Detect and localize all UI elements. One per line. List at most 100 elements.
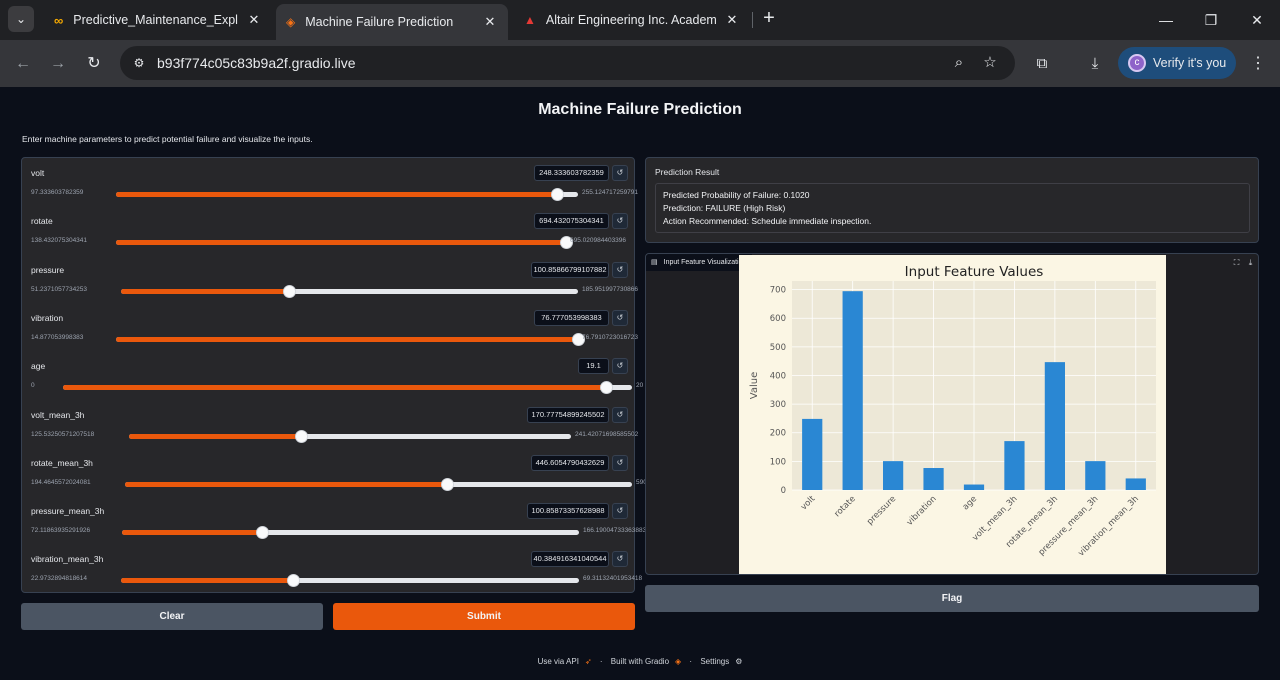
address-bar[interactable]: ⚙ b93f774c05c83b9a2f.gradio.live ⌕ ☆: [120, 46, 1015, 80]
slider-track[interactable]: [116, 332, 585, 346]
reset-icon[interactable]: ↺: [612, 503, 628, 520]
slider-thumb[interactable]: [283, 284, 297, 298]
param-number-input[interactable]: 170.77754899245502: [527, 406, 609, 423]
param-pressure: pressure 100.85866799107882 ↺ 51.2371057734…: [22, 255, 638, 303]
reload-icon[interactable]: ↻: [81, 51, 107, 77]
bar-rotate-mean-3h: [1044, 362, 1065, 490]
result-line: Predicted Probability of Failure: 0.1020: [663, 190, 810, 200]
site-info-icon[interactable]: ⚙: [130, 54, 148, 72]
tab-search-button[interactable]: ⌄: [8, 6, 34, 32]
chart-icon: ▤: [651, 259, 658, 266]
tab-title: Altair Engineering Inc. Academy Le: [545, 13, 716, 27]
back-icon[interactable]: ←: [10, 51, 36, 77]
param-pressure-mean-3h: pressure_mean_3h 100.85873357628988 ↺ 72.11…: [22, 496, 646, 544]
y-tick-label: 0: [781, 486, 786, 496]
reset-icon[interactable]: ↺: [612, 165, 628, 181]
colab-icon: ∞: [54, 12, 64, 28]
reset-icon[interactable]: ↺: [612, 551, 628, 568]
slider-fill: [116, 336, 578, 342]
slider-thumb[interactable]: [551, 188, 565, 201]
tab-colab[interactable]: ∞ Predictive_Maintenance_Explorato ✕: [44, 4, 272, 36]
param-label: pressure_mean_3h: [31, 506, 105, 517]
fullscreen-icon[interactable]: ⛶: [1231, 257, 1242, 268]
reset-icon[interactable]: ↺: [612, 454, 628, 471]
slider-thumb[interactable]: [255, 526, 269, 540]
slider-thumb[interactable]: [287, 574, 301, 588]
param-number-input[interactable]: 694.432075304341: [534, 213, 609, 230]
param-label: vibration: [31, 312, 64, 323]
slider-thumb[interactable]: [600, 381, 614, 395]
slider-fill: [121, 288, 290, 294]
reset-icon[interactable]: ↺: [612, 309, 628, 326]
page-description: Enter machine parameters to predict pote…: [22, 134, 313, 144]
url-text[interactable]: b93f774c05c83b9a2f.gradio.live: [157, 55, 356, 71]
verify-profile-button[interactable]: c Verify it's you: [1118, 47, 1236, 79]
bookmark-star-icon[interactable]: ☆: [981, 54, 999, 72]
reset-icon[interactable]: ↺: [612, 358, 628, 375]
clear-button[interactable]: Clear: [21, 603, 323, 630]
download-plot-icon[interactable]: ⤓: [1245, 257, 1256, 268]
minimize-icon[interactable]: —: [1154, 8, 1178, 32]
param-number-input[interactable]: 19.1: [578, 358, 609, 375]
reset-icon[interactable]: ↺: [612, 261, 628, 278]
result-line: Prediction: FAILURE (High Risk): [663, 203, 786, 213]
param-max: 20: [636, 382, 644, 390]
bar-volt-mean-3h: [1004, 441, 1025, 490]
download-icon[interactable]: ⤓: [1084, 53, 1106, 75]
slider-thumb[interactable]: [441, 477, 455, 491]
built-with-gradio-link[interactable]: Built with Gradio: [611, 657, 669, 666]
param-number-input[interactable]: 248.333603782359: [534, 165, 609, 181]
plot-panel: ▤ Input Feature Visualization ⛶ ⤓ 0 100 200…: [645, 253, 1259, 575]
param-min: 14.877053998383: [31, 333, 84, 341]
slider-track[interactable]: [63, 381, 632, 395]
avatar: c: [1128, 54, 1146, 72]
param-max: 255.124717259791: [582, 189, 639, 196]
submit-button[interactable]: Submit: [333, 603, 635, 630]
slider-track[interactable]: [116, 236, 573, 250]
tab-title: Machine Failure Prediction: [305, 15, 454, 29]
close-icon[interactable]: ✕: [482, 14, 498, 30]
param-number-input[interactable]: 100.85873357628988: [527, 503, 609, 520]
slider-fill: [116, 192, 558, 197]
param-number-input[interactable]: 446.6054790432629: [531, 454, 609, 471]
bar-chart: 0100200300400500600700volt rotate pressure…: [739, 255, 1166, 574]
param-label: rotate: [31, 216, 53, 227]
use-api-link[interactable]: Use via API: [538, 657, 579, 666]
forward-icon[interactable]: →: [45, 51, 71, 77]
gradio-page: Machine Failure Prediction Enter machine…: [0, 87, 1280, 680]
new-tab-button[interactable]: +: [758, 8, 780, 30]
flag-button[interactable]: Flag: [645, 585, 1259, 612]
param-min: 72.11863935291926: [31, 527, 91, 535]
window-close-icon[interactable]: ✕: [1245, 8, 1269, 32]
close-icon[interactable]: ✕: [724, 12, 740, 28]
slider-fill: [116, 240, 566, 246]
more-menu-icon[interactable]: ⋮: [1250, 53, 1266, 73]
restore-icon[interactable]: ❐: [1199, 8, 1223, 32]
slider-track[interactable]: [129, 429, 571, 443]
slider-track[interactable]: [122, 526, 579, 540]
y-tick-label: 700: [770, 286, 786, 296]
slider-thumb[interactable]: [295, 429, 309, 443]
slider-track[interactable]: [116, 188, 578, 201]
param-number-input[interactable]: 40.384916341040544: [531, 551, 609, 568]
y-axis-label: Value: [749, 372, 760, 399]
param-number-input[interactable]: 76.777053998383: [534, 309, 609, 326]
reset-icon[interactable]: ↺: [612, 213, 628, 230]
settings-link[interactable]: Settings: [700, 657, 729, 666]
slider-track[interactable]: [121, 574, 579, 588]
slider-fill: [129, 433, 302, 439]
param-number-input[interactable]: 100.85866799107882: [531, 261, 609, 278]
slider-track[interactable]: [125, 477, 632, 491]
inputs-panel: volt 248.333603782359 ↺ 97.333603782359 255.…: [21, 157, 696, 593]
zoom-icon[interactable]: ⌕: [950, 54, 968, 72]
tab-gradio[interactable]: ◈ Machine Failure Prediction ✕: [276, 4, 508, 40]
tab-altair[interactable]: ▲ Altair Engineering Inc. Academy Le ✕: [514, 4, 750, 36]
param-label: vibration_mean_3h: [31, 554, 104, 565]
reset-icon[interactable]: ↺: [612, 406, 628, 423]
close-icon[interactable]: ✕: [246, 12, 262, 28]
browser-tab-strip: ⌄ ∞ Predictive_Maintenance_Explorato ✕ ◈…: [0, 0, 1280, 40]
result-textbox[interactable]: Predicted Probability of Failure: 0.1020…: [655, 183, 1250, 233]
extensions-icon[interactable]: ⧉: [1031, 53, 1053, 75]
footer-dot: ·: [689, 657, 693, 666]
slider-track[interactable]: [121, 284, 578, 298]
